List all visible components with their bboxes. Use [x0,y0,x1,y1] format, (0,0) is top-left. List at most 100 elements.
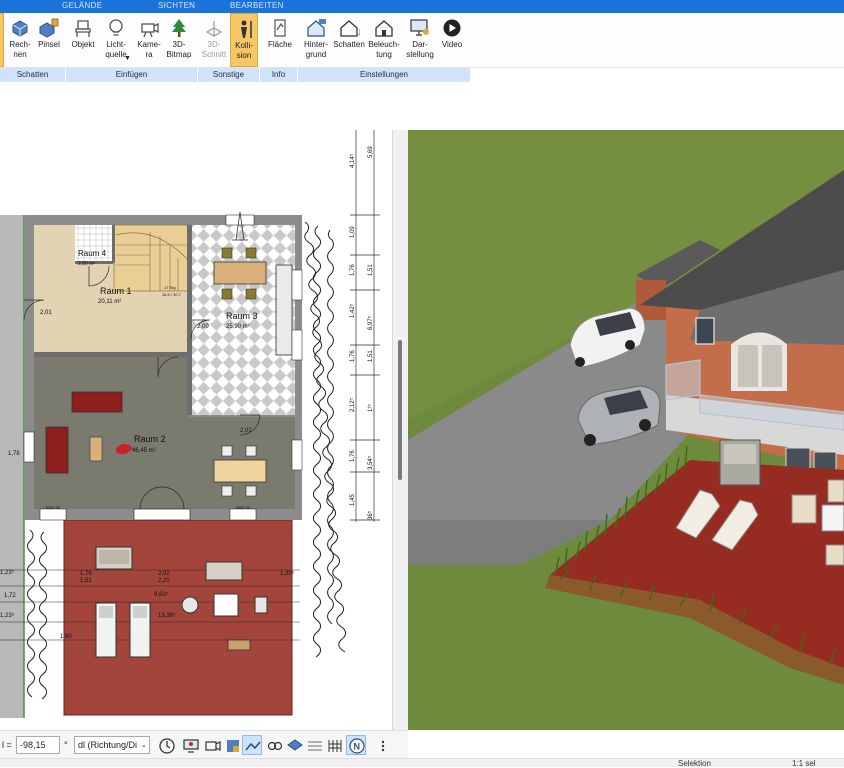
play-icon [443,19,461,37]
floor-plan-view[interactable]: Raum 4 2,80 m² Raum 1 20,11 m² Raum 3 25… [0,130,392,718]
beleuchtung-button[interactable]: Beleuch- tung [366,13,402,67]
room-2-area: 46,45 m² [132,448,156,454]
dim-right-3: 1,76 [350,264,356,276]
ribbon-tab-bar: GELÄNDE SICHTEN BEARBEITEN [0,0,844,13]
terrace-lounger-2[interactable] [129,602,151,658]
view-splitter[interactable] [392,130,408,730]
3d-canvas[interactable] [408,130,844,730]
bitmap3d-button[interactable]: 3D- Bitmap [163,13,195,67]
shadow-toggle-button[interactable] [0,13,4,67]
angle-input[interactable]: -98,15 [16,736,60,754]
wall-dim-left: 1,78 [8,451,20,457]
room-2-name: Raum 2 [134,434,166,444]
stair-count-label: 17 Stg [164,285,176,290]
video-button[interactable]: Video [437,13,467,67]
darstellung-button[interactable]: Dar- stellung [403,13,437,67]
section-icon [205,21,223,37]
camera-view-icon[interactable] [202,735,222,755]
more-options-icon[interactable] [372,735,392,755]
ribbon: GELÄNDE SICHTEN BEARBEITEN Rech- nen Pin… [0,0,844,84]
splitter-grip[interactable] [398,340,402,480]
north-icon[interactable]: N [346,735,366,755]
dim-terrace-1: 1,51 [80,578,92,584]
terrace-small-table[interactable] [227,639,251,651]
flaeche-label: Fläche [267,40,292,49]
dim-terrace-4: 1,30⁵ [280,570,295,577]
ribbon-group-bar: Schatten Einfügen Sonstige Info Einstell… [0,68,470,82]
dim-right-12: 3,54⁵ [367,455,374,470]
room-4-area: 2,80 m² [78,261,95,267]
cube-icon [12,20,28,37]
terrace-chair-3d [719,439,761,486]
kollision-button[interactable]: Kolli- sion [230,13,258,67]
screen-icon[interactable] [180,735,200,755]
clock-icon[interactable] [156,735,176,755]
bitmap3d-label: 3D- Bitmap [166,40,192,59]
schnitt3d-button[interactable]: 3D- Schnitt [199,13,229,67]
house-window-ground-1 [785,447,811,469]
material-icon[interactable] [222,735,242,755]
chevron-down-icon[interactable]: ⌄ [141,741,147,749]
dim-terrace-10: 13,36⁵ [158,612,176,619]
sofa-red[interactable] [71,391,123,413]
pinsel-button[interactable]: Pinsel [35,13,63,67]
kamera-label: Kame- ra [137,40,161,59]
terrace-sofa[interactable] [95,546,133,570]
dim-right-11: 1,76 [350,450,356,462]
3d-view[interactable] [408,130,844,730]
monitor-icon [410,19,429,36]
kollision-label: Kolli- sion [235,41,253,60]
direction-select[interactable]: dl (Richtung/Di [74,736,150,754]
hatch-icon[interactable] [304,735,324,755]
house-background-icon [307,19,326,37]
staircase[interactable] [113,224,189,292]
tab-gelaende[interactable]: GELÄNDE [62,1,102,10]
wall-tool-icon[interactable] [242,735,262,755]
group-einstellungen: Einstellungen [359,70,409,79]
tab-sichten[interactable]: SICHTEN [158,1,195,10]
room-1-area: 20,11 m² [98,299,121,305]
schnitt3d-label: 3D- Schnitt [201,40,227,59]
hedge-right [304,221,347,658]
person-icon [241,20,252,38]
dim-terrace-0: 1,76 [80,571,92,577]
room-1-name: Raum 1 [100,286,132,296]
dim-terrace-5: 9,63⁵ [154,591,169,598]
rechnen-button[interactable]: Rech- nen [5,13,35,67]
dropdown-arrow-icon[interactable]: ▼ [124,54,131,64]
bottom-toolbar: l = -98,15 ° dl (Richtung/Di ⌄ N [0,730,408,758]
kamera-button[interactable]: Kame- ra [133,13,165,67]
dim-terrace-7: 1,72 [4,593,16,599]
floor-plan-canvas[interactable]: Raum 4 2,80 m² Raum 1 20,11 m² Raum 3 25… [0,130,392,718]
pinsel-label: Pinsel [38,40,60,49]
hintergrund-button[interactable]: Hinter- grund [299,13,333,67]
status-bar: Selektion 1:1 sel [0,758,844,768]
dim-right-5: 1,42⁵ [349,303,356,318]
room-4-name: Raum 4 [78,249,107,258]
dim-right-14: 36⁵ [367,510,374,520]
dim-right-8: 1,51 [368,350,374,362]
objekt-button[interactable]: Objekt [68,13,98,67]
sofa-red-side[interactable] [45,426,69,474]
group-info: Info [260,68,298,82]
lichtquelle-button[interactable]: Licht- quelle ▼ [100,13,132,67]
kitchen-counter[interactable] [275,264,293,356]
tab-bearbeiten[interactable]: BEARBEITEN [230,1,284,10]
grid-icon[interactable] [324,735,344,755]
link-icon[interactable] [264,735,284,755]
hintergrund-label: Hinter- grund [303,40,328,59]
house-light-icon [375,20,393,37]
paint-cube-icon [39,18,59,38]
lightbulb-icon [109,19,123,36]
dim-right-0: 4,14⁵ [349,153,356,168]
house-window-1 [695,317,715,345]
coffee-table[interactable] [89,436,103,462]
driveway-strip [0,215,24,718]
rechnen-label: Rech- nen [9,40,31,59]
terrace-bench[interactable] [205,561,243,581]
terrace-lounger-1[interactable] [95,602,117,658]
group-einfuegen: Einfügen [66,68,198,82]
flaeche-button[interactable]: Fläche [264,13,296,67]
layer-icon[interactable] [284,735,304,755]
schatten-button[interactable]: Schatten [333,13,365,67]
